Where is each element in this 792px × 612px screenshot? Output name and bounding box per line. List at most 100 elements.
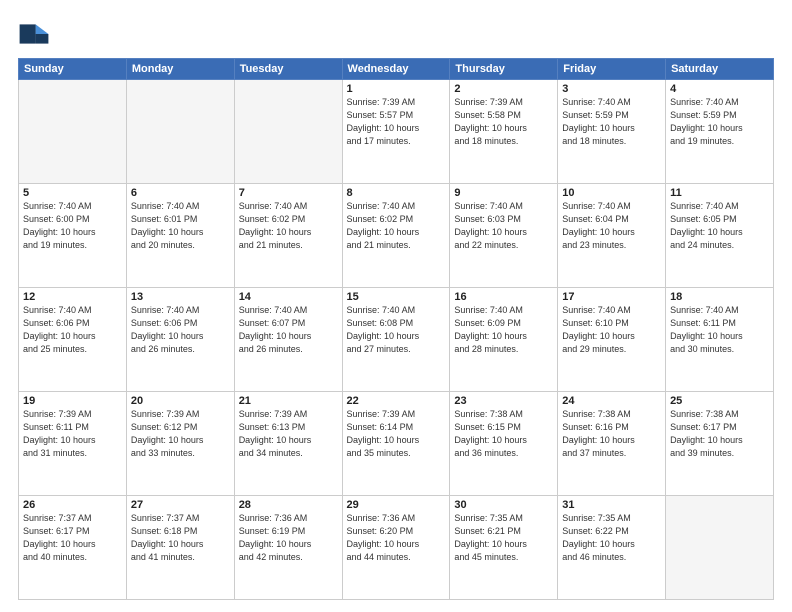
day-cell: 2Sunrise: 7:39 AMSunset: 5:58 PMDaylight… (450, 80, 558, 184)
day-number: 26 (23, 499, 122, 511)
day-cell: 26Sunrise: 7:37 AMSunset: 6:17 PMDayligh… (19, 496, 127, 600)
day-cell: 14Sunrise: 7:40 AMSunset: 6:07 PMDayligh… (234, 288, 342, 392)
day-info: Sunrise: 7:39 AMSunset: 6:11 PMDaylight:… (23, 408, 122, 460)
week-row-4: 19Sunrise: 7:39 AMSunset: 6:11 PMDayligh… (19, 392, 774, 496)
day-info: Sunrise: 7:40 AMSunset: 6:02 PMDaylight:… (239, 200, 338, 252)
day-number: 16 (454, 291, 553, 303)
day-cell: 21Sunrise: 7:39 AMSunset: 6:13 PMDayligh… (234, 392, 342, 496)
day-cell: 3Sunrise: 7:40 AMSunset: 5:59 PMDaylight… (558, 80, 666, 184)
day-cell (666, 496, 774, 600)
day-number: 4 (670, 83, 769, 95)
day-info: Sunrise: 7:40 AMSunset: 6:01 PMDaylight:… (131, 200, 230, 252)
day-cell: 17Sunrise: 7:40 AMSunset: 6:10 PMDayligh… (558, 288, 666, 392)
day-cell: 27Sunrise: 7:37 AMSunset: 6:18 PMDayligh… (126, 496, 234, 600)
day-cell: 12Sunrise: 7:40 AMSunset: 6:06 PMDayligh… (19, 288, 127, 392)
day-header-thursday: Thursday (450, 59, 558, 80)
day-header-monday: Monday (126, 59, 234, 80)
day-number: 28 (239, 499, 338, 511)
day-number: 17 (562, 291, 661, 303)
day-cell: 13Sunrise: 7:40 AMSunset: 6:06 PMDayligh… (126, 288, 234, 392)
day-info: Sunrise: 7:39 AMSunset: 5:58 PMDaylight:… (454, 96, 553, 148)
day-number: 6 (131, 187, 230, 199)
day-number: 11 (670, 187, 769, 199)
day-cell: 15Sunrise: 7:40 AMSunset: 6:08 PMDayligh… (342, 288, 450, 392)
day-info: Sunrise: 7:40 AMSunset: 6:06 PMDaylight:… (131, 304, 230, 356)
day-number: 21 (239, 395, 338, 407)
day-number: 18 (670, 291, 769, 303)
day-info: Sunrise: 7:39 AMSunset: 6:12 PMDaylight:… (131, 408, 230, 460)
day-number: 25 (670, 395, 769, 407)
week-row-1: 1Sunrise: 7:39 AMSunset: 5:57 PMDaylight… (19, 80, 774, 184)
day-cell: 28Sunrise: 7:36 AMSunset: 6:19 PMDayligh… (234, 496, 342, 600)
day-number: 3 (562, 83, 661, 95)
day-info: Sunrise: 7:40 AMSunset: 6:05 PMDaylight:… (670, 200, 769, 252)
day-cell: 23Sunrise: 7:38 AMSunset: 6:15 PMDayligh… (450, 392, 558, 496)
day-cell: 8Sunrise: 7:40 AMSunset: 6:02 PMDaylight… (342, 184, 450, 288)
day-info: Sunrise: 7:36 AMSunset: 6:20 PMDaylight:… (347, 512, 446, 564)
day-info: Sunrise: 7:39 AMSunset: 5:57 PMDaylight:… (347, 96, 446, 148)
day-info: Sunrise: 7:38 AMSunset: 6:16 PMDaylight:… (562, 408, 661, 460)
day-number: 20 (131, 395, 230, 407)
day-cell: 7Sunrise: 7:40 AMSunset: 6:02 PMDaylight… (234, 184, 342, 288)
day-number: 31 (562, 499, 661, 511)
day-cell: 25Sunrise: 7:38 AMSunset: 6:17 PMDayligh… (666, 392, 774, 496)
day-cell: 6Sunrise: 7:40 AMSunset: 6:01 PMDaylight… (126, 184, 234, 288)
day-info: Sunrise: 7:37 AMSunset: 6:18 PMDaylight:… (131, 512, 230, 564)
day-number: 15 (347, 291, 446, 303)
day-cell: 24Sunrise: 7:38 AMSunset: 6:16 PMDayligh… (558, 392, 666, 496)
day-cell: 4Sunrise: 7:40 AMSunset: 5:59 PMDaylight… (666, 80, 774, 184)
week-row-2: 5Sunrise: 7:40 AMSunset: 6:00 PMDaylight… (19, 184, 774, 288)
day-info: Sunrise: 7:40 AMSunset: 6:04 PMDaylight:… (562, 200, 661, 252)
day-info: Sunrise: 7:35 AMSunset: 6:22 PMDaylight:… (562, 512, 661, 564)
day-number: 7 (239, 187, 338, 199)
day-cell: 22Sunrise: 7:39 AMSunset: 6:14 PMDayligh… (342, 392, 450, 496)
day-cell: 16Sunrise: 7:40 AMSunset: 6:09 PMDayligh… (450, 288, 558, 392)
day-header-tuesday: Tuesday (234, 59, 342, 80)
day-number: 22 (347, 395, 446, 407)
week-row-5: 26Sunrise: 7:37 AMSunset: 6:17 PMDayligh… (19, 496, 774, 600)
day-cell: 20Sunrise: 7:39 AMSunset: 6:12 PMDayligh… (126, 392, 234, 496)
day-cell (234, 80, 342, 184)
day-number: 19 (23, 395, 122, 407)
day-info: Sunrise: 7:40 AMSunset: 6:06 PMDaylight:… (23, 304, 122, 356)
day-info: Sunrise: 7:39 AMSunset: 6:14 PMDaylight:… (347, 408, 446, 460)
day-info: Sunrise: 7:38 AMSunset: 6:15 PMDaylight:… (454, 408, 553, 460)
day-number: 10 (562, 187, 661, 199)
day-number: 1 (347, 83, 446, 95)
page: SundayMondayTuesdayWednesdayThursdayFrid… (0, 0, 792, 612)
day-info: Sunrise: 7:36 AMSunset: 6:19 PMDaylight:… (239, 512, 338, 564)
day-info: Sunrise: 7:40 AMSunset: 6:02 PMDaylight:… (347, 200, 446, 252)
day-info: Sunrise: 7:38 AMSunset: 6:17 PMDaylight:… (670, 408, 769, 460)
day-info: Sunrise: 7:40 AMSunset: 6:10 PMDaylight:… (562, 304, 661, 356)
day-info: Sunrise: 7:39 AMSunset: 6:13 PMDaylight:… (239, 408, 338, 460)
day-info: Sunrise: 7:40 AMSunset: 6:07 PMDaylight:… (239, 304, 338, 356)
day-cell: 31Sunrise: 7:35 AMSunset: 6:22 PMDayligh… (558, 496, 666, 600)
day-cell: 30Sunrise: 7:35 AMSunset: 6:21 PMDayligh… (450, 496, 558, 600)
day-info: Sunrise: 7:35 AMSunset: 6:21 PMDaylight:… (454, 512, 553, 564)
day-number: 12 (23, 291, 122, 303)
header-row: SundayMondayTuesdayWednesdayThursdayFrid… (19, 59, 774, 80)
day-number: 9 (454, 187, 553, 199)
day-info: Sunrise: 7:37 AMSunset: 6:17 PMDaylight:… (23, 512, 122, 564)
day-cell: 18Sunrise: 7:40 AMSunset: 6:11 PMDayligh… (666, 288, 774, 392)
day-header-wednesday: Wednesday (342, 59, 450, 80)
week-row-3: 12Sunrise: 7:40 AMSunset: 6:06 PMDayligh… (19, 288, 774, 392)
day-header-friday: Friday (558, 59, 666, 80)
header (18, 18, 774, 50)
day-info: Sunrise: 7:40 AMSunset: 6:03 PMDaylight:… (454, 200, 553, 252)
day-cell: 29Sunrise: 7:36 AMSunset: 6:20 PMDayligh… (342, 496, 450, 600)
day-header-saturday: Saturday (666, 59, 774, 80)
day-number: 27 (131, 499, 230, 511)
day-number: 14 (239, 291, 338, 303)
calendar-table: SundayMondayTuesdayWednesdayThursdayFrid… (18, 58, 774, 600)
day-number: 13 (131, 291, 230, 303)
day-number: 29 (347, 499, 446, 511)
day-header-sunday: Sunday (19, 59, 127, 80)
day-info: Sunrise: 7:40 AMSunset: 6:08 PMDaylight:… (347, 304, 446, 356)
logo-icon (18, 18, 50, 50)
day-number: 5 (23, 187, 122, 199)
day-cell: 9Sunrise: 7:40 AMSunset: 6:03 PMDaylight… (450, 184, 558, 288)
day-info: Sunrise: 7:40 AMSunset: 6:00 PMDaylight:… (23, 200, 122, 252)
day-cell: 11Sunrise: 7:40 AMSunset: 6:05 PMDayligh… (666, 184, 774, 288)
day-cell (126, 80, 234, 184)
